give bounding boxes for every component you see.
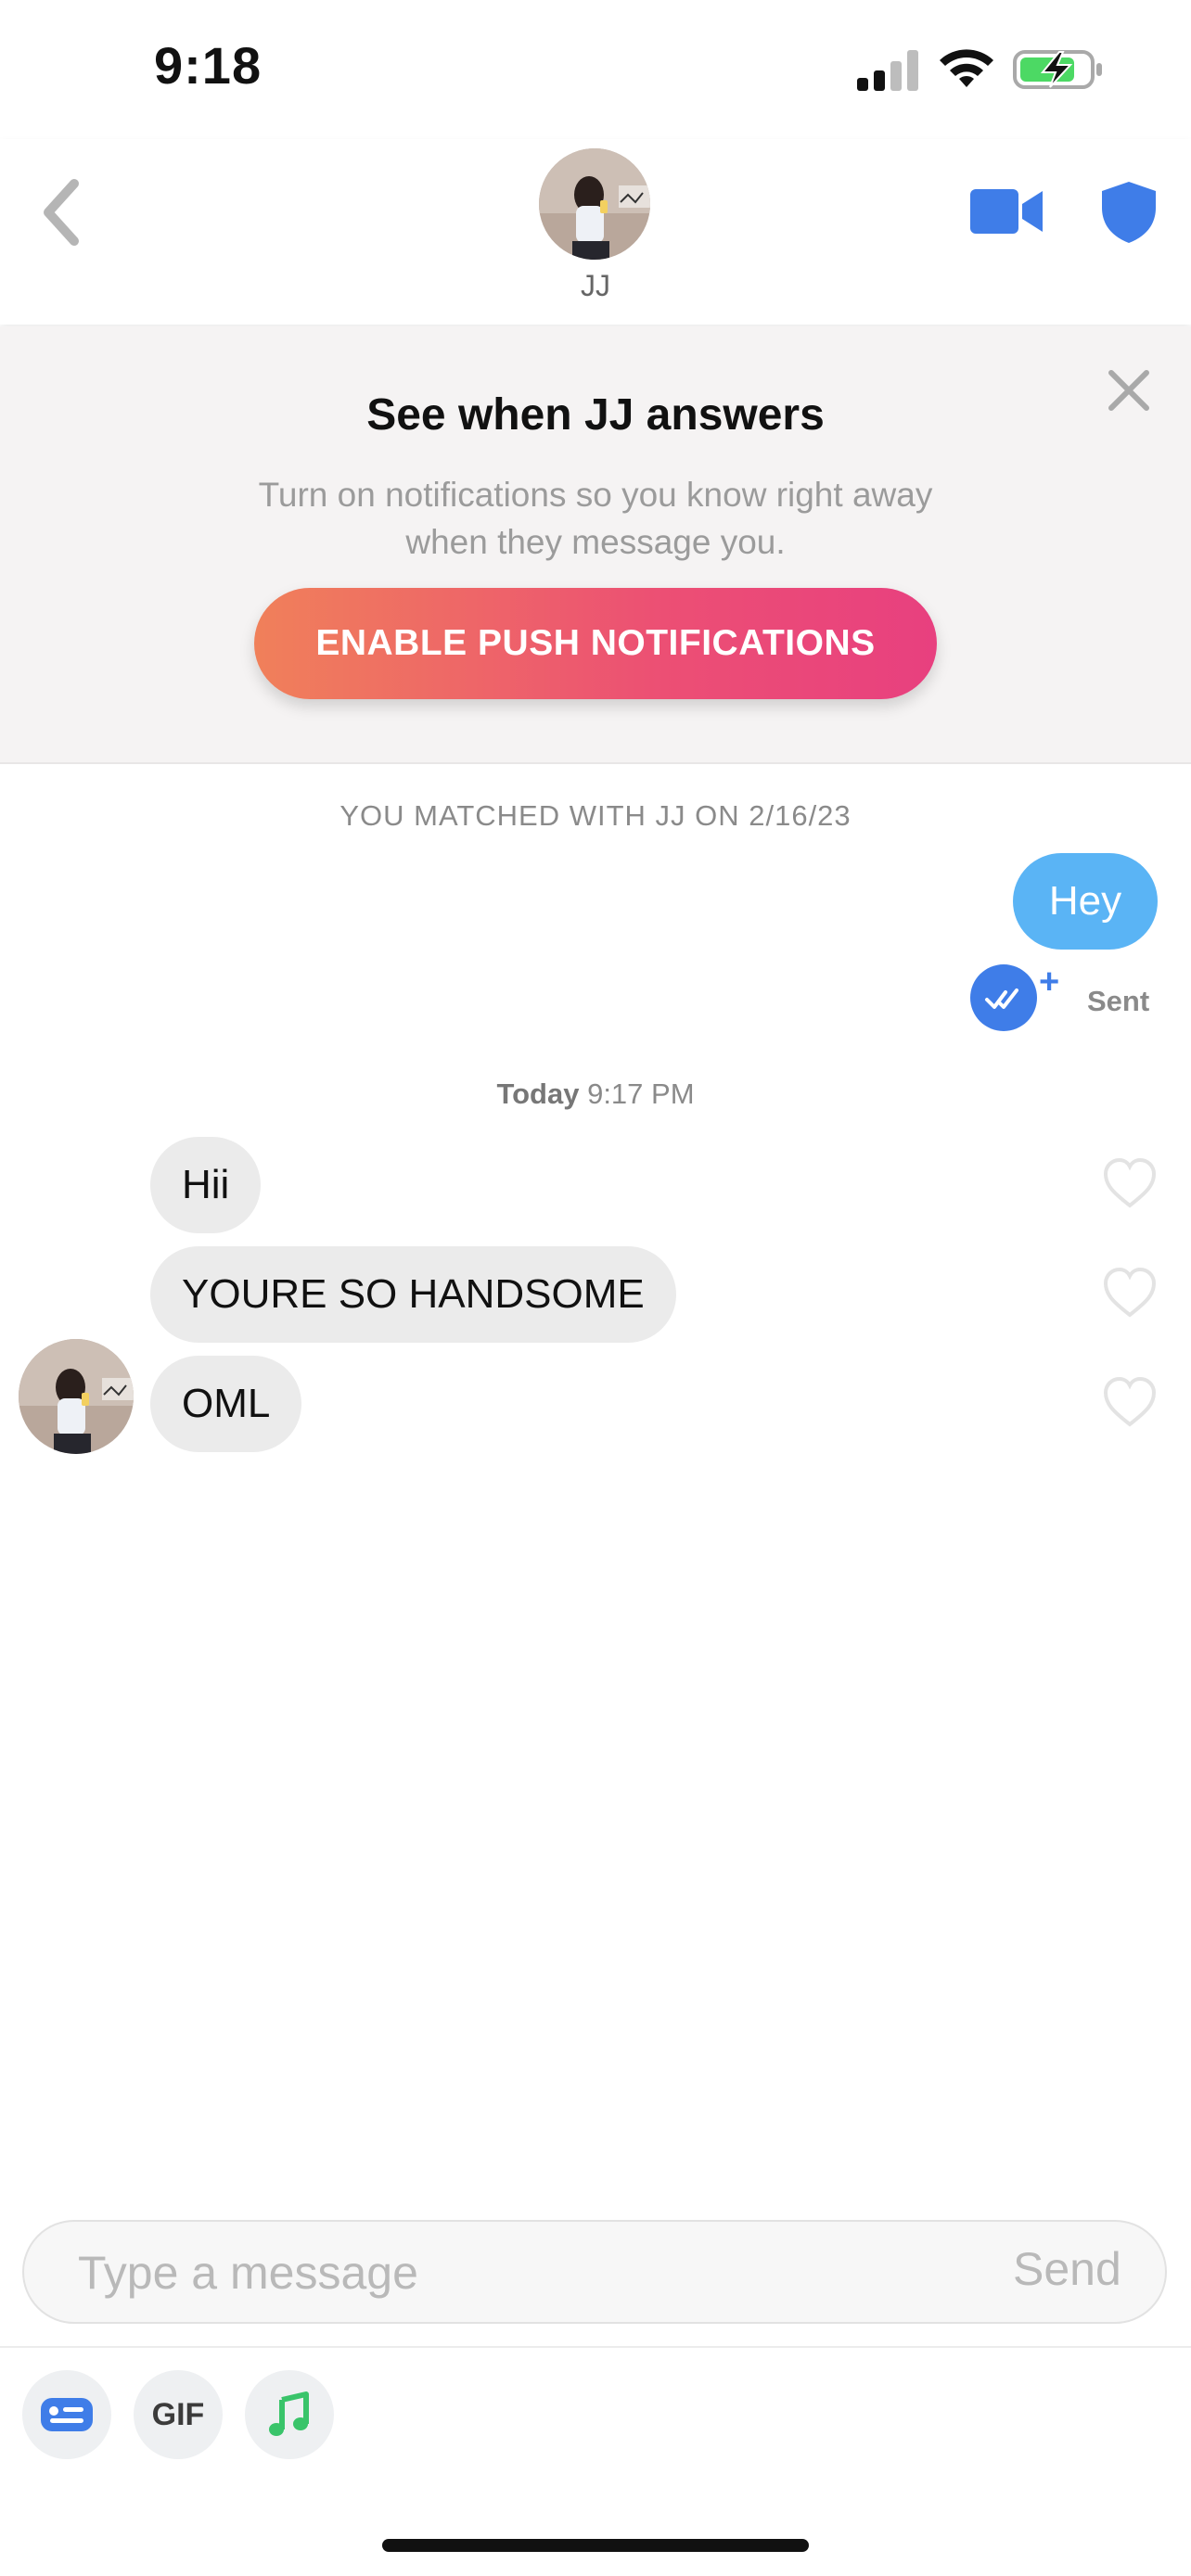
read-receipt-plus-icon[interactable]: + <box>1039 963 1059 1002</box>
timestamp-divider: Today 9:17 PM <box>0 1078 1191 1111</box>
like-heart-icon[interactable] <box>1102 1267 1158 1319</box>
like-heart-icon[interactable] <box>1102 1376 1158 1428</box>
profile-photo <box>539 148 650 260</box>
sticker-button[interactable] <box>22 2370 111 2459</box>
sender-avatar[interactable] <box>19 1339 134 1454</box>
like-heart-icon[interactable] <box>1102 1157 1158 1209</box>
incoming-message[interactable]: Hii <box>150 1137 262 1233</box>
message-status: Sent <box>1087 985 1150 1017</box>
timestamp-day: Today <box>496 1078 580 1110</box>
card-chat-icon <box>41 2398 93 2431</box>
timestamp-time: 9:17 PM <box>587 1078 695 1110</box>
incoming-message[interactable]: YOURE SO HANDSOME <box>150 1246 676 1343</box>
status-time: 9:18 <box>154 36 263 95</box>
read-receipt-icon[interactable] <box>970 964 1037 1031</box>
divider <box>0 2346 1191 2348</box>
cellular-signal-icon <box>857 50 918 91</box>
message-input[interactable] <box>76 2235 915 2311</box>
home-indicator <box>382 2539 809 2552</box>
battery-charging-icon <box>1013 50 1102 89</box>
match-name: JJ <box>581 269 610 302</box>
gif-button[interactable]: GIF <box>134 2370 223 2459</box>
banner-description: Turn on notifications so you know right … <box>258 476 933 561</box>
match-avatar[interactable] <box>539 148 650 260</box>
video-call-icon[interactable] <box>970 185 1044 237</box>
safety-shield-icon[interactable] <box>1100 180 1158 245</box>
profile-photo <box>19 1339 134 1454</box>
matched-date-label: YOU MATCHED WITH JJ ON 2/16/23 <box>339 799 852 832</box>
wifi-icon <box>940 49 993 87</box>
send-button[interactable]: Send <box>1013 2242 1121 2296</box>
banner-title: See when JJ answers <box>366 390 825 440</box>
back-chevron-icon[interactable] <box>33 174 89 250</box>
incoming-message[interactable]: OML <box>150 1356 302 1452</box>
music-button[interactable] <box>245 2370 334 2459</box>
outgoing-message[interactable]: Hey <box>1013 853 1158 950</box>
enable-push-notifications-button[interactable]: ENABLE PUSH NOTIFICATIONS <box>254 588 937 699</box>
music-note-icon <box>269 2391 309 2436</box>
gif-label: GIF <box>151 2396 205 2432</box>
